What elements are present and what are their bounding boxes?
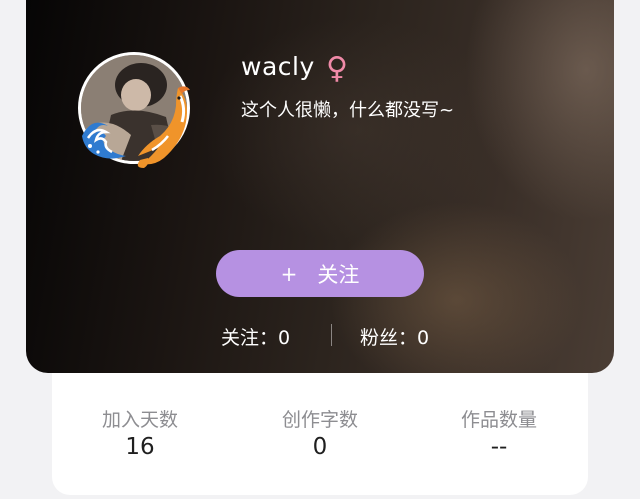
stat-value: 0 bbox=[312, 434, 328, 460]
avatar-container[interactable] bbox=[78, 52, 196, 170]
stats-panel: 加入天数 16 创作字数 0 作品数量 -- bbox=[52, 373, 588, 495]
stat-value: 16 bbox=[125, 434, 155, 460]
username: wacly bbox=[241, 52, 315, 81]
stat-word-count: 创作字数 0 bbox=[250, 407, 390, 461]
avatar-photo-icon bbox=[81, 55, 187, 161]
following-count: 0 bbox=[278, 327, 291, 349]
profile-header-card: wacly ♀ 这个人很懒，什么都没写~ + 关注 关注：0 粉丝：0 bbox=[26, 0, 614, 373]
stat-works-count: 作品数量 -- bbox=[429, 407, 569, 461]
stat-label: 加入天数 bbox=[101, 409, 178, 431]
follow-button-label: 关注 bbox=[317, 262, 360, 287]
stat-value: -- bbox=[490, 434, 508, 460]
female-symbol-icon: ♀ bbox=[326, 51, 348, 86]
profile-bio: 这个人很懒，什么都没写~ bbox=[241, 100, 455, 121]
stat-label: 作品数量 bbox=[460, 409, 537, 431]
fans-count: 0 bbox=[417, 327, 430, 349]
avatar[interactable] bbox=[78, 52, 190, 164]
follow-button[interactable]: + 关注 bbox=[216, 250, 424, 297]
fans-count-link[interactable]: 粉丝：0 bbox=[360, 323, 429, 350]
plus-icon: + bbox=[280, 261, 298, 286]
following-count-link[interactable]: 关注：0 bbox=[221, 323, 290, 350]
following-label: 关注： bbox=[221, 327, 279, 349]
profile-page: wacly ♀ 这个人很懒，什么都没写~ + 关注 关注：0 粉丝：0 加入天数… bbox=[0, 0, 640, 499]
stat-joined-days: 加入天数 16 bbox=[70, 407, 210, 461]
fans-label: 粉丝： bbox=[360, 327, 418, 349]
stat-label: 创作字数 bbox=[281, 409, 358, 431]
stats-divider bbox=[331, 324, 332, 346]
